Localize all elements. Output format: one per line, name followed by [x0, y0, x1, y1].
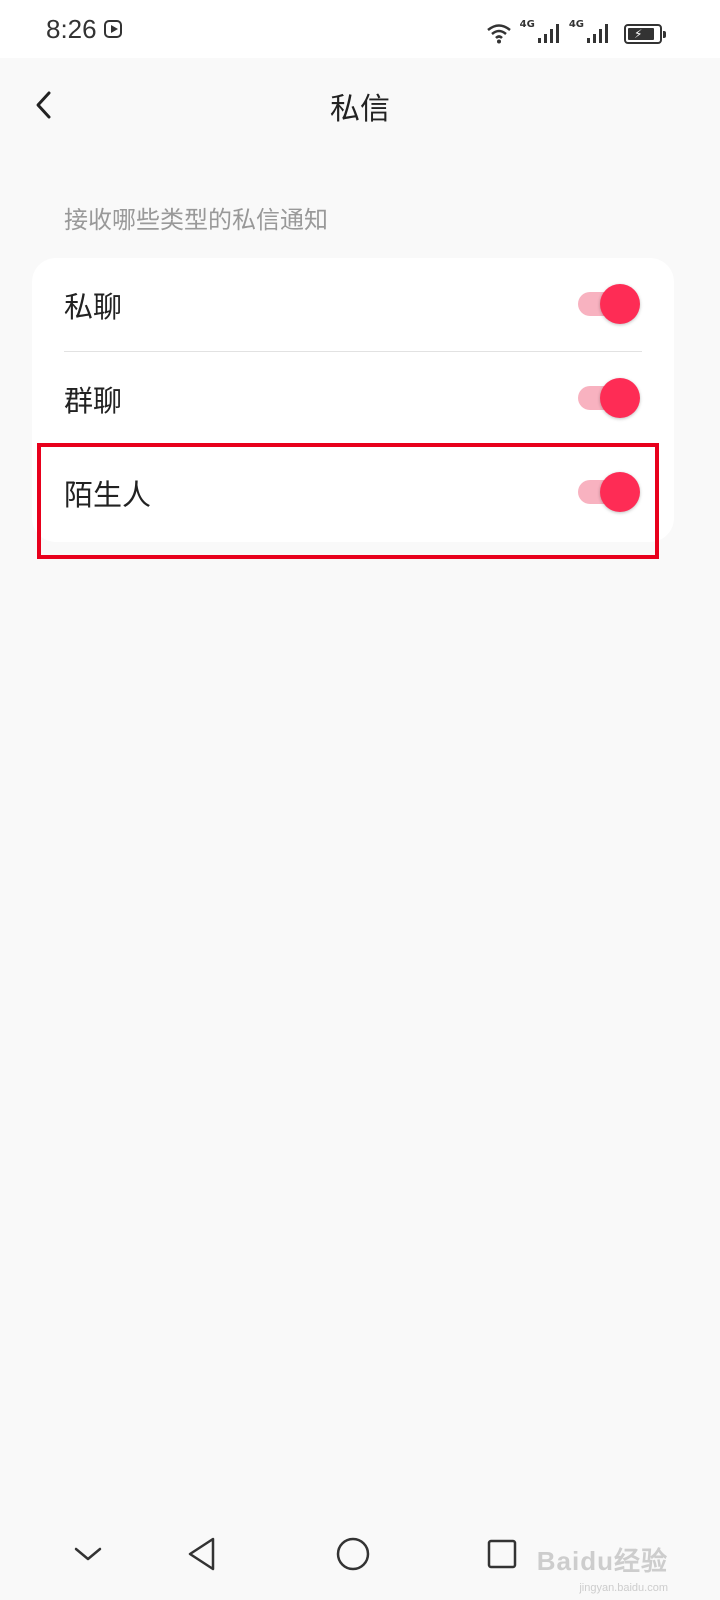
- screen-record-icon: [104, 20, 122, 38]
- setting-row-strangers[interactable]: 陌生人: [32, 446, 674, 540]
- setting-row-group-chat[interactable]: 群聊: [32, 352, 674, 446]
- chevron-down-icon: [74, 1547, 102, 1561]
- setting-label: 私聊: [64, 290, 123, 324]
- network-type-label: 4G: [568, 19, 584, 30]
- status-time: 8:26: [46, 14, 97, 44]
- settings-card: 私聊 群聊 陌生人: [32, 258, 674, 542]
- strangers-toggle[interactable]: [578, 472, 640, 512]
- watermark-url: jingyan.baidu.com: [579, 1582, 668, 1594]
- private-chat-toggle[interactable]: [578, 284, 640, 324]
- signal-icon: [537, 24, 559, 43]
- battery-charging-icon: ⚡: [624, 24, 666, 44]
- system-nav-bar: Baidu经验 jingyan.baidu.com: [0, 1510, 720, 1600]
- section-label: 接收哪些类型的私信通知: [64, 206, 328, 234]
- setting-label: 群聊: [64, 384, 123, 418]
- nav-header: 私信: [0, 58, 720, 154]
- signal-icon: [587, 24, 608, 43]
- setting-label: 陌生人: [64, 478, 152, 512]
- home-circle-icon: [336, 1537, 370, 1571]
- nav-recents-button[interactable]: [476, 1528, 528, 1580]
- recents-square-icon: [487, 1539, 517, 1569]
- collapse-nav-button[interactable]: [62, 1528, 114, 1580]
- status-bar: 8:26 4G 4G ⚡: [0, 0, 720, 58]
- page-title: 私信: [330, 92, 390, 127]
- nav-home-button[interactable]: [327, 1528, 379, 1580]
- nav-back-button[interactable]: [176, 1528, 228, 1580]
- back-triangle-icon: [188, 1537, 215, 1571]
- group-chat-toggle[interactable]: [578, 378, 640, 418]
- setting-row-private-chat[interactable]: 私聊: [32, 258, 674, 352]
- network-type-label: 4G: [519, 19, 535, 30]
- watermark-logo: Baidu经验: [536, 1546, 668, 1576]
- wifi-icon: [486, 24, 511, 44]
- status-icons: 4G 4G ⚡: [486, 16, 666, 44]
